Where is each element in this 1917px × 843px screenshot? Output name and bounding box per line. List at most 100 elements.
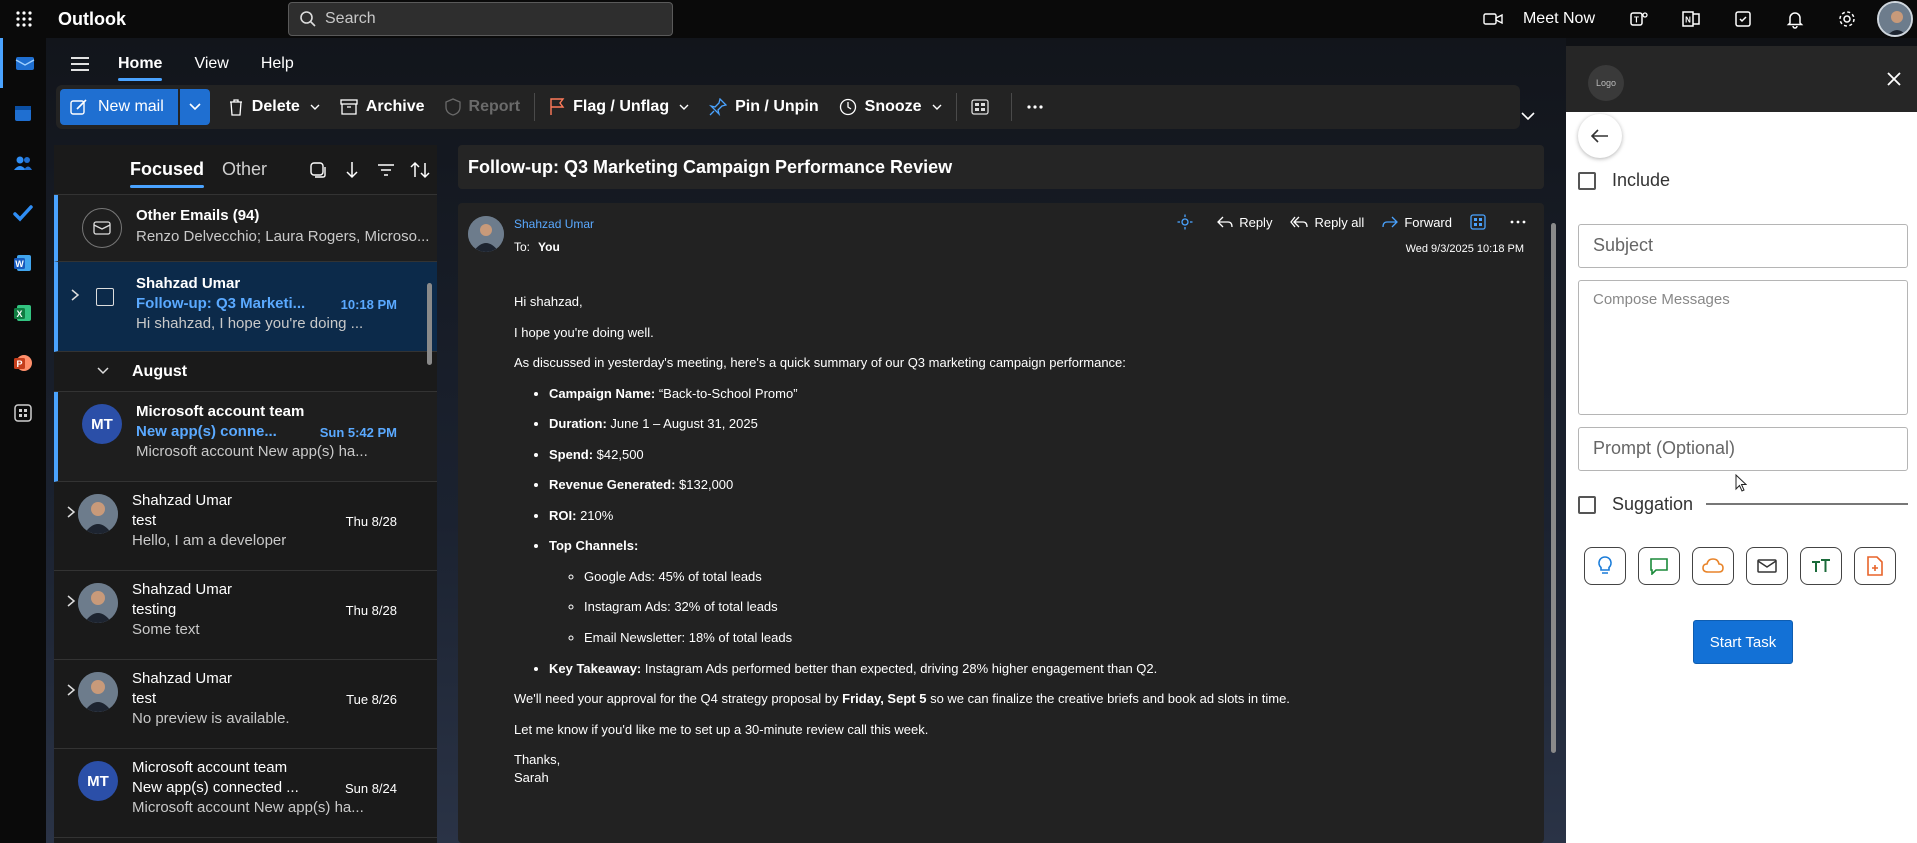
excel-app-icon[interactable]: X bbox=[0, 288, 46, 338]
user-avatar[interactable] bbox=[1877, 1, 1913, 37]
mail-icon[interactable] bbox=[1746, 547, 1788, 585]
scrollbar-thumb[interactable] bbox=[427, 283, 432, 365]
start-task-button[interactable]: Start Task bbox=[1693, 620, 1793, 664]
sort-icon[interactable] bbox=[403, 161, 437, 179]
other-emails-item[interactable]: Other Emails (94) Renzo Delvecchio; Laur… bbox=[54, 195, 437, 262]
sender-name[interactable]: Shahzad Umar bbox=[514, 217, 594, 231]
list-item[interactable]: Shahzad Umar test Tue 8/26 No preview is … bbox=[54, 660, 437, 749]
group-header-august[interactable]: August bbox=[54, 352, 437, 392]
compose-message-field[interactable]: Compose Messages bbox=[1578, 280, 1908, 415]
lightbulb-icon[interactable] bbox=[1584, 547, 1626, 585]
apps-addin-button[interactable] bbox=[961, 89, 1007, 125]
text-size-icon[interactable] bbox=[1800, 547, 1842, 585]
pin-button[interactable]: Pin / Unpin bbox=[699, 89, 829, 125]
list-item[interactable]: MT Microsoft account team New app(s) con… bbox=[54, 749, 437, 838]
takeaway-label: Key Takeaway: bbox=[549, 660, 642, 676]
approval-text: We'll need your approval for the Q4 stra… bbox=[514, 691, 843, 707]
include-checkbox-row[interactable]: Include bbox=[1578, 170, 1670, 191]
subject-line: testing bbox=[132, 601, 177, 618]
chevron-right-icon[interactable] bbox=[64, 505, 78, 519]
new-mail-label: New mail bbox=[98, 98, 164, 115]
chat-icon[interactable] bbox=[1638, 547, 1680, 585]
report-label: Report bbox=[468, 98, 521, 115]
reading-pane-scrollbar[interactable] bbox=[1548, 203, 1558, 843]
new-mail-button[interactable]: New mail bbox=[60, 89, 178, 125]
meet-now-button[interactable]: Meet Now bbox=[1483, 10, 1613, 28]
more-apps-icon[interactable] bbox=[0, 388, 46, 438]
list-item[interactable]: MT Microsoft account team New app(s) con… bbox=[54, 392, 437, 482]
office-apps-icon[interactable]: N bbox=[1665, 0, 1717, 38]
powerpoint-app-icon[interactable]: P bbox=[0, 338, 46, 388]
back-button[interactable] bbox=[1578, 114, 1622, 158]
app-title[interactable]: Outlook bbox=[58, 9, 126, 30]
cloud-icon[interactable] bbox=[1692, 547, 1734, 585]
forward-button[interactable]: Forward bbox=[1382, 215, 1452, 230]
more-actions-button[interactable] bbox=[1510, 220, 1532, 224]
gear-icon[interactable] bbox=[1821, 0, 1873, 38]
bell-icon[interactable] bbox=[1769, 0, 1821, 38]
calendar-app-icon[interactable] bbox=[0, 88, 46, 138]
reply-all-button[interactable]: Reply all bbox=[1290, 215, 1364, 230]
file-add-icon[interactable] bbox=[1854, 547, 1896, 585]
delete-label: Delete bbox=[251, 98, 300, 115]
chevron-right-icon[interactable] bbox=[64, 594, 78, 608]
tab-help[interactable]: Help bbox=[261, 49, 294, 79]
tab-focused[interactable]: Focused bbox=[130, 159, 205, 188]
scrollbar-thumb[interactable] bbox=[1551, 223, 1556, 753]
report-button[interactable]: Report bbox=[435, 89, 531, 125]
select-mode-icon[interactable] bbox=[301, 161, 335, 179]
include-checkbox[interactable] bbox=[1578, 171, 1596, 190]
ellipsis-icon bbox=[1026, 105, 1043, 109]
search-placeholder: Search bbox=[325, 10, 376, 27]
new-mail-dropdown-button[interactable] bbox=[179, 89, 210, 125]
reply-button[interactable]: Reply bbox=[1217, 215, 1272, 230]
addin-button[interactable] bbox=[1470, 214, 1492, 230]
avatar[interactable] bbox=[468, 216, 504, 252]
list-item[interactable]: Shahzad Umar test Thu 8/28 Hello, I am a … bbox=[54, 482, 437, 571]
people-app-icon[interactable] bbox=[0, 138, 46, 188]
list-item[interactable]: Shahzad Umar testing Thu 8/28 Some text bbox=[54, 571, 437, 660]
mail-app-icon[interactable] bbox=[0, 38, 46, 88]
chevron-right-icon[interactable] bbox=[68, 288, 82, 302]
tab-home[interactable]: Home bbox=[118, 49, 163, 81]
chevron-down-icon bbox=[679, 104, 689, 110]
compose-icon bbox=[70, 99, 87, 115]
brightness-button[interactable] bbox=[1177, 214, 1199, 230]
snooze-button[interactable]: Snooze bbox=[829, 89, 952, 125]
include-label: Include bbox=[1612, 170, 1671, 190]
pin-label: Pin / Unpin bbox=[735, 98, 819, 115]
recipient-name[interactable]: You bbox=[538, 240, 560, 254]
chevron-down-icon[interactable] bbox=[96, 366, 110, 376]
prompt-field[interactable]: Prompt (Optional) bbox=[1578, 427, 1908, 471]
tab-view[interactable]: View bbox=[194, 49, 228, 79]
campaign-label: Campaign Name: bbox=[549, 385, 656, 401]
ribbon-collapse-icon[interactable] bbox=[1520, 108, 1540, 128]
message-list-scrollbar[interactable] bbox=[425, 265, 433, 843]
filter-icon[interactable] bbox=[369, 163, 403, 177]
suggestion-checkbox-row[interactable]: Suggation bbox=[1578, 494, 1693, 515]
suggestion-divider bbox=[1706, 503, 1908, 505]
preview-text: No preview is available. bbox=[132, 710, 290, 727]
delete-button[interactable]: Delete bbox=[218, 89, 330, 125]
suggestion-checkbox[interactable] bbox=[1578, 495, 1596, 514]
flag-button[interactable]: Flag / Unflag bbox=[539, 89, 699, 125]
spend-value: $42,500 bbox=[593, 446, 644, 462]
archive-button[interactable]: Archive bbox=[330, 89, 435, 125]
app-launcher-icon[interactable] bbox=[0, 0, 48, 38]
subject-field[interactable]: Subject bbox=[1578, 224, 1908, 268]
tab-other[interactable]: Other bbox=[222, 159, 267, 180]
select-checkbox[interactable] bbox=[96, 288, 114, 306]
list-item[interactable]: Shahzad Umar Follow-up: Q3 Marketi... 10:… bbox=[54, 262, 437, 352]
teams-icon[interactable]: T bbox=[1613, 0, 1665, 38]
body-line: I hope you're doing well. bbox=[514, 324, 654, 340]
jump-to-icon[interactable] bbox=[335, 161, 369, 179]
todo-app-icon[interactable] bbox=[0, 188, 46, 238]
hamburger-menu-icon[interactable] bbox=[60, 56, 100, 72]
close-icon[interactable] bbox=[1883, 68, 1905, 90]
my-day-icon[interactable] bbox=[1717, 0, 1769, 38]
word-app-icon[interactable]: W bbox=[0, 238, 46, 288]
search-input[interactable]: Search bbox=[288, 2, 673, 36]
other-emails-title: Other Emails (94) bbox=[136, 207, 260, 224]
more-options-button[interactable] bbox=[1016, 89, 1062, 125]
chevron-right-icon[interactable] bbox=[64, 683, 78, 697]
